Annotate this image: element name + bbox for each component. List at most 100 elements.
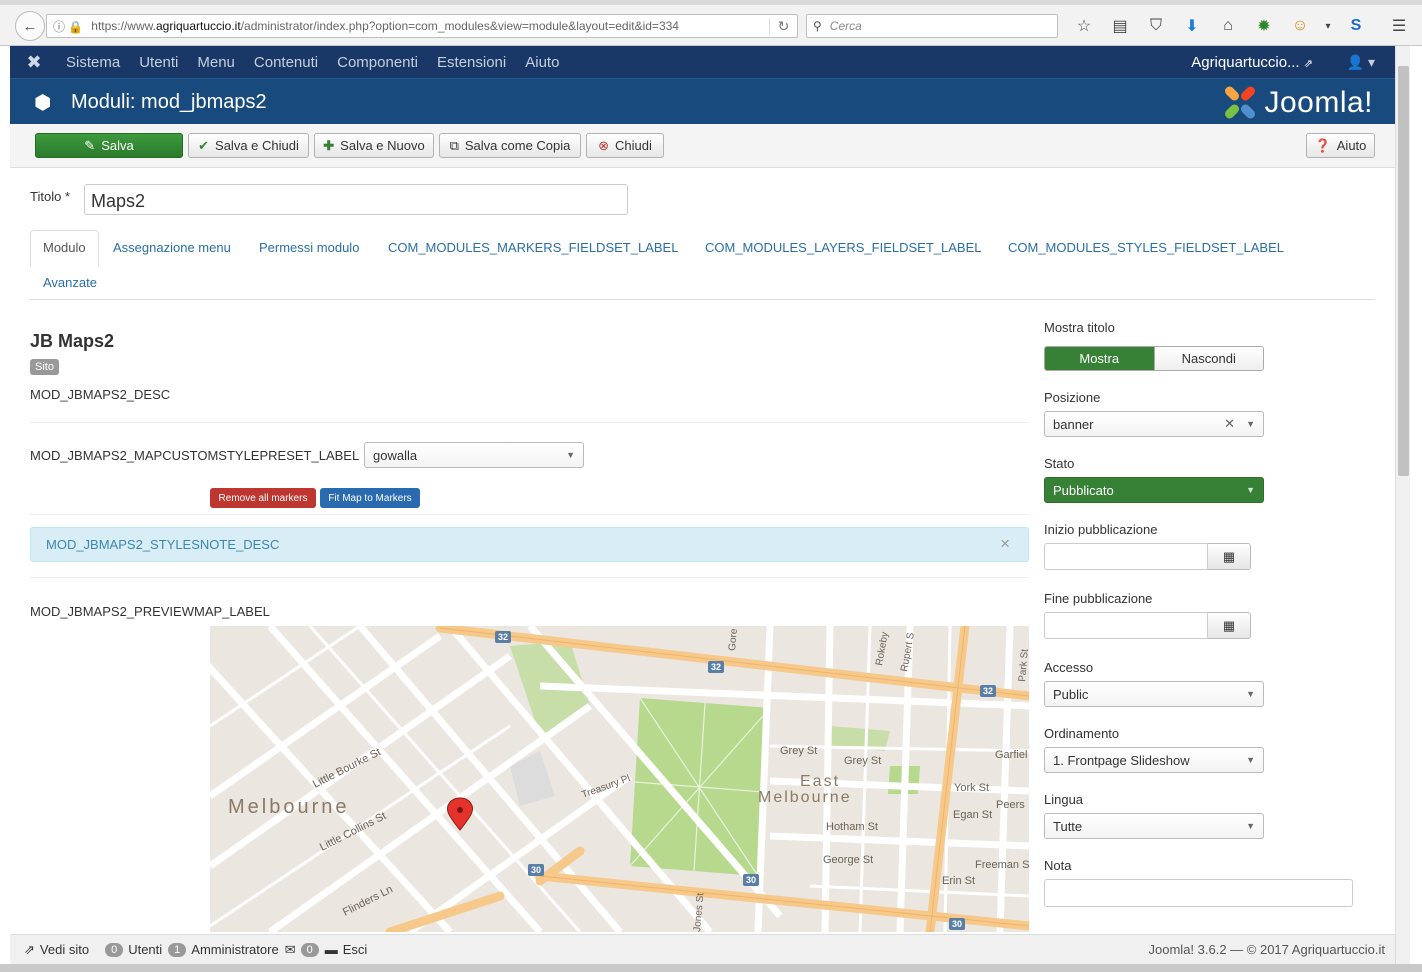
hamburger-menu-icon[interactable]: ☰ bbox=[1374, 14, 1422, 38]
close-icon[interactable]: × bbox=[1000, 534, 1010, 554]
preset-select[interactable]: gowalla ▼ bbox=[364, 442, 584, 468]
menu-item-componenti[interactable]: Componenti bbox=[337, 54, 418, 71]
plus-icon: ✚ bbox=[323, 137, 335, 153]
dropdown-caret-icon: ▼ bbox=[1246, 689, 1255, 699]
joomla-logo-icon[interactable]: ✖ bbox=[16, 52, 52, 73]
menu-item-estensioni[interactable]: Estensioni bbox=[437, 54, 506, 71]
users-online[interactable]: 0 Utenti bbox=[105, 942, 162, 957]
menu-item-contenuti[interactable]: Contenuti bbox=[254, 54, 318, 71]
route-badge: 32 bbox=[980, 685, 996, 697]
access-select[interactable]: Public ▼ bbox=[1044, 681, 1264, 707]
close-button[interactable]: ⊗ Chiudi bbox=[586, 133, 664, 158]
envelope-icon: ✉ bbox=[284, 941, 296, 957]
map-label: Egan St bbox=[953, 809, 992, 821]
fit-map-button[interactable]: Fit Map to Markers bbox=[320, 488, 420, 508]
check-icon: ✔ bbox=[198, 137, 210, 153]
view-site-link[interactable]: ⇗ Vedi sito bbox=[24, 942, 89, 958]
status-select[interactable]: Pubblicato ▼ bbox=[1044, 477, 1264, 503]
calendar-icon[interactable]: ▦ bbox=[1208, 543, 1251, 570]
admins-online[interactable]: 1 Amministratore bbox=[168, 942, 279, 957]
menu-item-utenti[interactable]: Utenti bbox=[139, 54, 178, 71]
calendar-icon[interactable]: ▦ bbox=[1208, 612, 1251, 639]
map-label: Freeman S bbox=[975, 859, 1029, 871]
dropdown-caret-icon: ▼ bbox=[1246, 821, 1255, 831]
save-button[interactable]: ✎ Salva bbox=[35, 133, 183, 158]
address-bar[interactable]: ⓘ 🔒 https://www.agriquartuccio.it/admini… bbox=[46, 14, 798, 38]
map-label: Melbourne bbox=[228, 796, 350, 818]
help-button[interactable]: ❓ Aiuto bbox=[1306, 133, 1375, 158]
skype-icon[interactable]: S bbox=[1338, 14, 1374, 38]
divider bbox=[30, 577, 1029, 578]
end-publish-input[interactable] bbox=[1044, 612, 1208, 639]
note-label: Nota bbox=[1044, 858, 1072, 873]
language-label: Lingua bbox=[1044, 792, 1084, 807]
route-badge: 32 bbox=[495, 631, 511, 643]
tab-bar: Modulo Assegnazione menu Permessi modulo… bbox=[30, 230, 1375, 300]
tab-markers[interactable]: COM_MODULES_MARKERS_FIELDSET_LABEL bbox=[388, 240, 678, 255]
scrollbar-thumb[interactable] bbox=[1398, 66, 1409, 476]
tab-layers[interactable]: COM_MODULES_LAYERS_FIELDSET_LABEL bbox=[705, 240, 981, 255]
hide-button[interactable]: Nascondi bbox=[1153, 347, 1263, 370]
start-publish-input[interactable] bbox=[1044, 543, 1208, 570]
ordering-select[interactable]: 1. Frontpage Slideshow ▼ bbox=[1044, 747, 1264, 773]
ordering-label: Ordinamento bbox=[1044, 726, 1120, 741]
tab-assegnazione-menu[interactable]: Assegnazione menu bbox=[113, 240, 231, 255]
menu-item-menu[interactable]: Menu bbox=[197, 54, 235, 71]
tab-modulo[interactable]: Modulo bbox=[30, 230, 99, 267]
page-scrollbar[interactable] bbox=[1395, 46, 1410, 964]
users-count-badge: 0 bbox=[105, 942, 124, 957]
site-link[interactable]: Agriquartuccio... ⇗ bbox=[1191, 54, 1313, 71]
language-select[interactable]: Tutte ▼ bbox=[1044, 813, 1264, 839]
map-label: Peers bbox=[996, 799, 1025, 811]
back-button[interactable]: ← bbox=[15, 11, 45, 41]
save-new-button[interactable]: ✚ Salva e Nuovo bbox=[314, 133, 434, 158]
copy-icon: ⧉ bbox=[449, 137, 459, 153]
emoji-extension-icon[interactable]: ☺ bbox=[1282, 14, 1318, 38]
browser-toolbar-icons: ☆ ▤ ⛉ ⬇ ⌂ ✹ ☺ ▾ S ☰ bbox=[1066, 14, 1422, 38]
preset-label: MOD_JBMAPS2_MAPCUSTOMSTYLEPRESET_LABEL bbox=[30, 448, 360, 463]
joomla-brand-logo: Joomla! bbox=[1222, 84, 1373, 121]
module-name: JB Maps2 bbox=[30, 331, 115, 351]
status-label: Stato bbox=[1044, 456, 1075, 471]
menu-item-sistema[interactable]: Sistema bbox=[66, 54, 120, 71]
home-icon[interactable]: ⌂ bbox=[1210, 14, 1246, 38]
tab-strip bbox=[0, 0, 1422, 5]
divider bbox=[30, 422, 1029, 423]
note-input[interactable] bbox=[1044, 879, 1353, 907]
joomla-mark-icon bbox=[1222, 84, 1258, 121]
user-menu-icon[interactable]: 👤 ▾ bbox=[1347, 54, 1375, 71]
tab-styles[interactable]: COM_MODULES_STYLES_FIELDSET_LABEL bbox=[1008, 240, 1284, 255]
page-header: ⬢ Moduli: mod_jbmaps2 Joomla! bbox=[10, 78, 1395, 124]
show-button[interactable]: Mostra bbox=[1045, 347, 1154, 370]
messages-count-badge: 0 bbox=[300, 942, 319, 957]
question-circle-icon: ❓ bbox=[1314, 137, 1331, 153]
remove-markers-button[interactable]: Remove all markers bbox=[210, 488, 316, 508]
minus-icon: ▬ bbox=[324, 942, 338, 957]
messages[interactable]: ✉ 0 bbox=[285, 942, 319, 958]
save-close-button[interactable]: ✔ Salva e Chiudi bbox=[188, 133, 309, 158]
cancel-circle-icon: ⊗ bbox=[598, 137, 610, 153]
map-preview[interactable]: 32 32 32 30 30 30 Melbourne East Melbour… bbox=[210, 626, 1029, 932]
search-input[interactable]: ⚲ Cerca bbox=[806, 14, 1058, 38]
clear-icon[interactable]: ✕ bbox=[1224, 416, 1235, 432]
dropdown-caret-icon: ▼ bbox=[1246, 485, 1255, 495]
tab-avanzate[interactable]: Avanzate bbox=[43, 275, 97, 290]
save-copy-button[interactable]: ⧉ Salva come Copia bbox=[439, 133, 581, 158]
title-input[interactable]: Maps2 bbox=[84, 184, 628, 215]
bookmark-star-icon[interactable]: ☆ bbox=[1066, 14, 1102, 38]
download-icon[interactable]: ⬇ bbox=[1174, 14, 1210, 38]
reload-icon[interactable]: ↻ bbox=[769, 17, 797, 35]
svg-text:32: 32 bbox=[498, 632, 508, 642]
position-select[interactable]: banner ✕ ▼ bbox=[1044, 411, 1264, 437]
tab-permessi-modulo[interactable]: Permessi modulo bbox=[259, 240, 359, 255]
map-canvas: 32 32 32 30 30 30 Melbourne East Melbour… bbox=[210, 626, 1029, 932]
pocket-icon[interactable]: ⛉ bbox=[1138, 14, 1174, 38]
menu-item-aiuto[interactable]: Aiuto bbox=[525, 54, 559, 71]
logout-link[interactable]: ▬ Esci bbox=[325, 942, 368, 957]
map-label: Gore bbox=[727, 628, 740, 652]
overflow-chevron-icon[interactable]: ▾ bbox=[1318, 14, 1338, 38]
svg-text:32: 32 bbox=[983, 686, 993, 696]
extension-icon[interactable]: ✹ bbox=[1246, 14, 1282, 38]
browser-chrome: ← ⓘ 🔒 https://www.agriquartuccio.it/admi… bbox=[0, 0, 1422, 46]
reading-list-icon[interactable]: ▤ bbox=[1102, 14, 1138, 38]
